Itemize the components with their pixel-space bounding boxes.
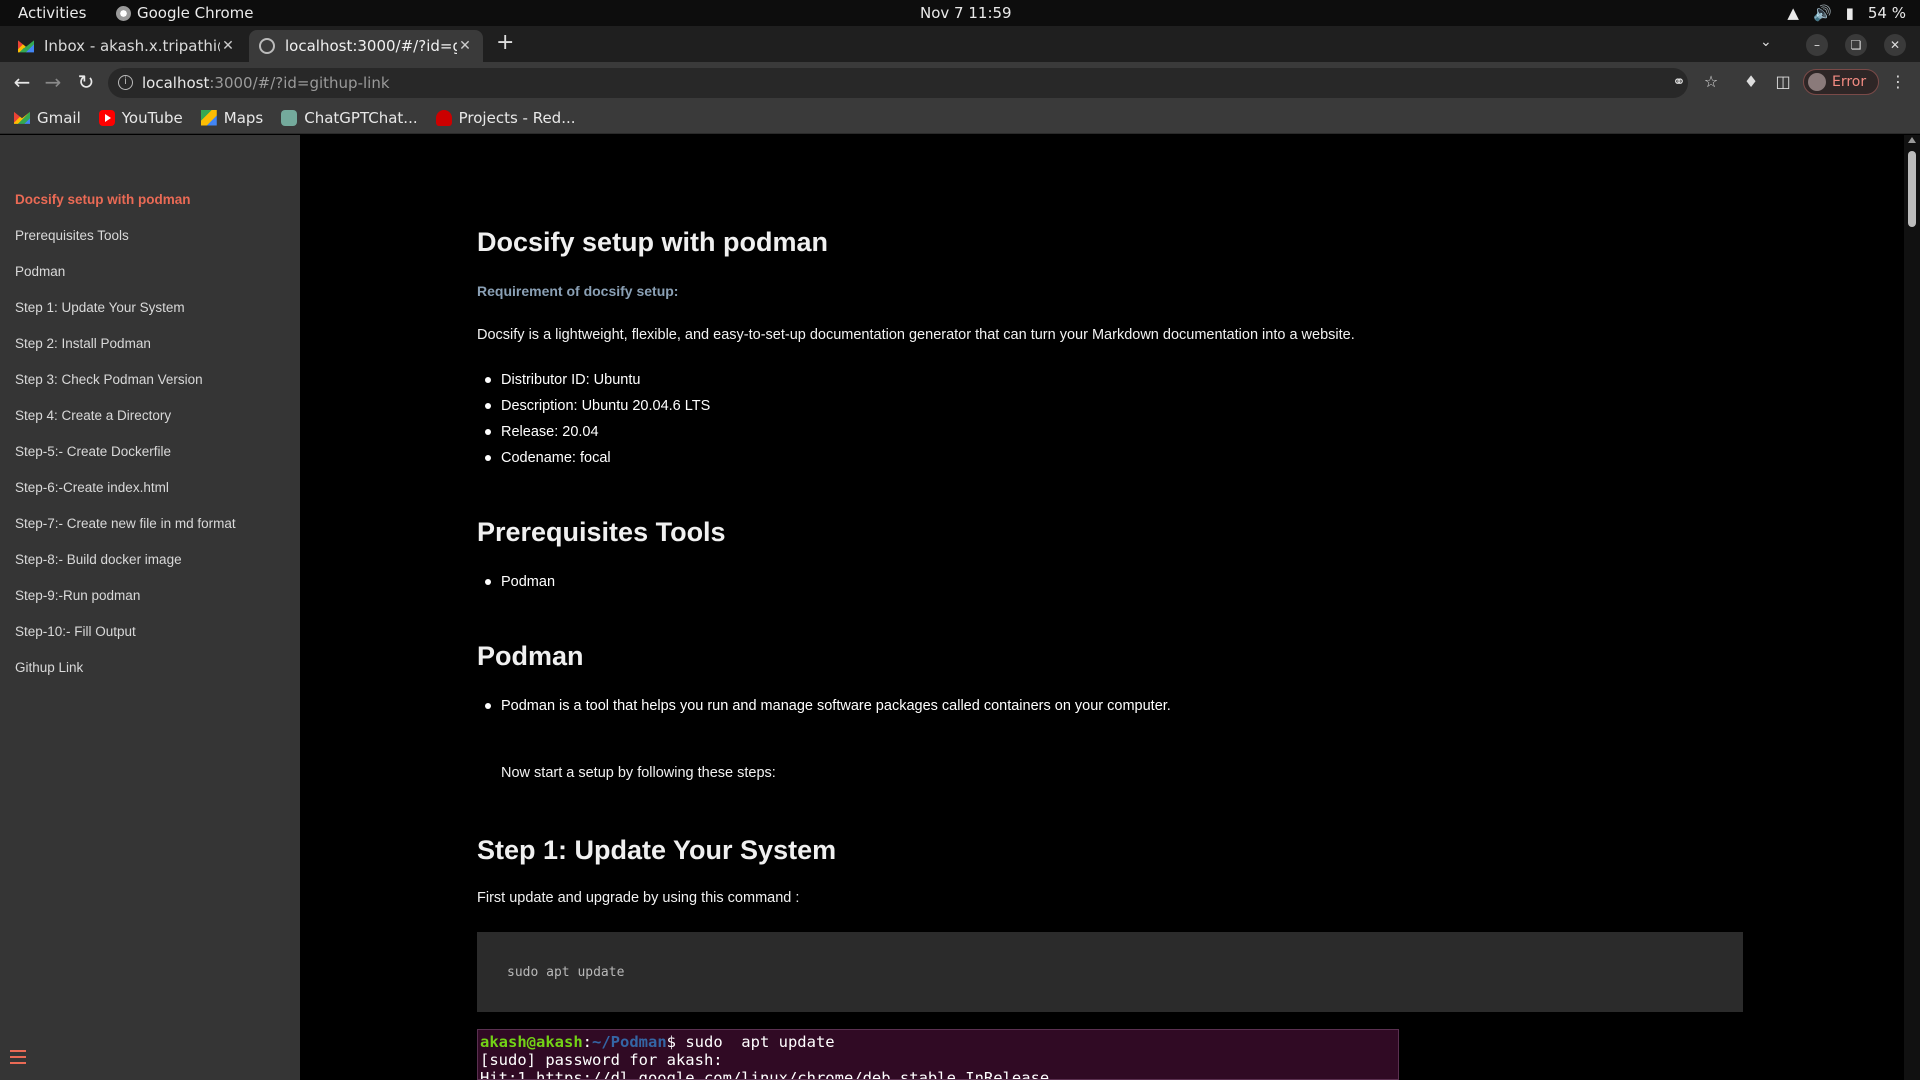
bookmark-maps[interactable]: Maps [200,109,263,127]
maps-icon [200,109,217,126]
volume-icon: 🔊 [1812,4,1832,22]
list-item: Podman is a tool that helps you run and … [477,696,1171,722]
page-viewport: Docsify setup with podman Prerequisites … [0,135,1920,1080]
close-icon[interactable]: ✕ [457,38,473,54]
podman-list: Podman is a tool that helps you run and … [477,696,1171,722]
page-scrollbar[interactable] [1904,135,1920,1080]
list-item: Podman [477,572,555,598]
podman-heading: Podman [477,641,584,671]
sidebar-item-podman[interactable]: Podman [0,259,300,295]
bookmark-star-icon[interactable]: ☆ [1701,72,1721,92]
tab-strip: Inbox - akash.x.tripathi@ ✕ localhost:30… [0,26,1920,62]
intro-paragraph: Docsify is a lightweight, flexible, and … [477,327,1355,343]
youtube-icon [98,109,115,126]
list-item: Distributor ID: Ubuntu [477,370,710,396]
sidebar-item-step-6[interactable]: Step-6:-Create index.html [0,475,300,511]
bookmark-gmail[interactable]: Gmail [14,109,81,127]
profile-button[interactable]: Error [1803,69,1879,95]
browser-toolbar: ← → ↻ i localhost:3000/#/?id=githup-link… [0,62,1920,102]
forward-icon[interactable]: → [41,70,65,94]
prerequisites-list: Podman [477,572,555,598]
scrollbar-thumb[interactable] [1908,151,1916,227]
menu-kebab-icon[interactable]: ⋮ [1890,72,1906,91]
sidebar-item-step-8[interactable]: Step-8:- Build docker image [0,547,300,583]
tab-title: Inbox - akash.x.tripathi@ [44,37,220,55]
chatgpt-icon [281,109,298,126]
requirement-heading[interactable]: Requirement of docsify setup: [477,283,678,299]
sidebar-item-step-4[interactable]: Step 4: Create a Directory [0,403,300,439]
window-close-icon[interactable]: ✕ [1884,34,1906,56]
wifi-icon: ▲ [1787,4,1799,22]
gmail-icon [14,111,30,124]
prerequisites-heading: Prerequisites Tools [477,517,726,547]
list-item: Description: Ubuntu 20.04.6 LTS [477,396,710,422]
battery-icon: ▮ [1845,4,1854,22]
sidebar-item-step-1[interactable]: Step 1: Update Your System [0,295,300,331]
minimize-icon[interactable]: – [1806,34,1828,56]
tab-inbox[interactable]: Inbox - akash.x.tripathi@ ✕ [8,30,246,62]
address-bar[interactable]: i localhost:3000/#/?id=githup-link [108,68,1688,98]
system-top-bar: Activities Google Chrome Nov 7 11:59 ▲ 🔊… [0,0,1920,26]
url-text[interactable]: localhost:3000/#/?id=githup-link [142,74,390,92]
back-icon[interactable]: ← [10,70,34,94]
new-tab-button[interactable]: + [496,30,514,55]
globe-icon [259,38,275,54]
sidebar-toggle-icon[interactable] [10,1050,26,1064]
step-1-text: First update and upgrade by using this c… [477,890,800,906]
docs-sidebar: Docsify setup with podman Prerequisites … [0,135,300,1080]
scroll-up-icon[interactable] [1908,137,1916,143]
terminal-screenshot: akash@akash:~/Podman$ sudo apt update [s… [477,1029,1399,1080]
sidebar-item-step-9[interactable]: Step-9:-Run podman [0,583,300,619]
share-icon[interactable]: ⚭ [1669,72,1689,92]
close-icon[interactable]: ✕ [220,38,236,54]
code-command: sudo apt update [507,965,625,980]
app-name: Google Chrome [137,4,254,22]
bookmark-chatgpt[interactable]: ChatGPTChat... [281,109,418,127]
tab-title: localhost:3000/#/?id=githu [285,37,457,55]
code-block[interactable]: sudo apt update [477,932,1743,1012]
list-item: Codename: focal [477,448,710,474]
sidebar-item-githup-link[interactable]: Githup Link [0,655,300,691]
sidebar-item-prerequisites[interactable]: Prerequisites Tools [0,223,300,259]
activities-button[interactable]: Activities [18,4,86,22]
bookmarks-bar: Gmail YouTube Maps ChatGPTChat... Projec… [0,102,1920,134]
redhat-icon [435,109,452,126]
restore-icon[interactable]: ❏ [1845,34,1867,56]
reload-icon[interactable]: ↻ [74,70,98,94]
step-1-heading: Step 1: Update Your System [477,835,837,865]
sidebar-item-step-2[interactable]: Step 2: Install Podman [0,331,300,367]
clock[interactable]: Nov 7 11:59 [920,4,1012,22]
list-item: Release: 20.04 [477,422,710,448]
gmail-icon [18,40,34,53]
sidebar-item-step-3[interactable]: Step 3: Check Podman Version [0,367,300,403]
battery-percent: 54 % [1867,4,1906,22]
setup-note: Now start a setup by following these ste… [501,765,776,781]
bookmark-projects-redhat[interactable]: Projects - Red... [435,109,576,127]
side-panel-icon[interactable]: ◫ [1773,72,1793,92]
page-title: Docsify setup with podman [477,227,829,257]
sidebar-item-step-7[interactable]: Step-7:- Create new file in md format [0,511,300,547]
tab-search-icon[interactable]: ⌄ [1760,34,1772,50]
sidebar-item-step-5[interactable]: Step-5:- Create Dockerfile [0,439,300,475]
system-tray[interactable]: ▲ 🔊 ▮ 54 % [1787,4,1906,22]
sidebar-item-step-10[interactable]: Step-10:- Fill Output [0,619,300,655]
extensions-icon[interactable]: ♦ [1741,72,1761,92]
sidebar-item-docsify-setup[interactable]: Docsify setup with podman [0,187,300,223]
site-info-icon[interactable]: i [118,75,133,90]
tab-localhost[interactable]: localhost:3000/#/?id=githu ✕ [249,30,483,62]
chrome-icon [116,5,131,21]
avatar [1808,73,1826,91]
bookmark-youtube[interactable]: YouTube [98,109,183,127]
app-menu[interactable]: Google Chrome [116,4,254,22]
sidebar-nav: Docsify setup with podman Prerequisites … [0,187,300,691]
profile-status: Error [1832,74,1867,90]
system-info-list: Distributor ID: Ubuntu Description: Ubun… [477,370,710,474]
